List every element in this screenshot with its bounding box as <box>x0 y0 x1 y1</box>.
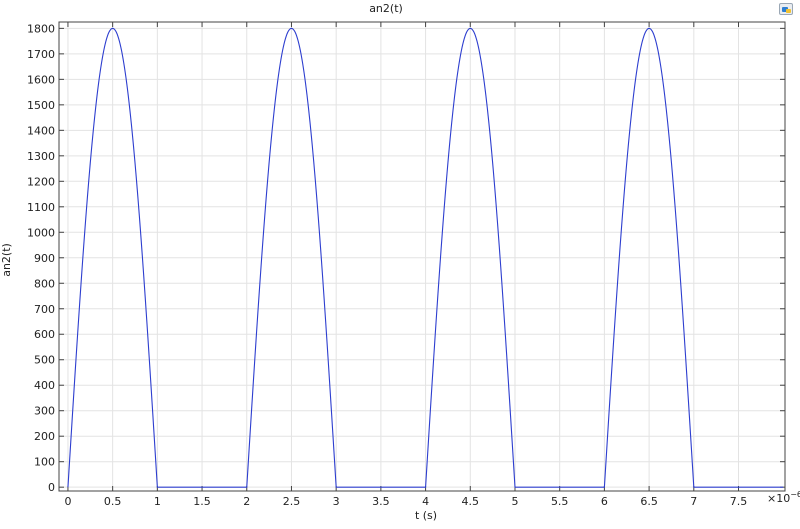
line-chart: an2(t) 0 0.5 1 1.5 2 2.5 3 3.5 4 4.5 5 5.5 6 6.5 7 7.5 … <box>0 2 800 522</box>
y-tick-label: 900 <box>34 252 55 265</box>
x-tick-label: 6.5 <box>640 495 658 508</box>
x-tick-label: 5.5 <box>551 495 569 508</box>
y-tick-label: 400 <box>34 379 55 392</box>
y-tick-label: 1300 <box>27 150 55 163</box>
x-tick-label: 1.5 <box>193 495 211 508</box>
grid <box>59 22 785 491</box>
y-tick-label: 1000 <box>27 226 55 239</box>
x-tick-label: 0 <box>64 495 71 508</box>
x-multiplier-base: ×10 <box>767 492 790 505</box>
y-axis-label: an2(t) <box>0 243 13 277</box>
y-tick-label: 1500 <box>27 99 55 112</box>
y-tick-label: 700 <box>34 303 55 316</box>
x-tick-label: 2.5 <box>283 495 301 508</box>
x-multiplier-exponent: −6 <box>790 490 800 499</box>
x-axis-label: t (s) <box>415 509 437 522</box>
y-tick-label: 200 <box>34 430 55 443</box>
y-tick-labels: 0 100 200 300 400 500 600 700 800 900 1000 1100 1200… <box>27 22 55 494</box>
plot-export-icon[interactable] <box>779 3 793 15</box>
y-tick-label: 600 <box>34 328 55 341</box>
y-tick-label: 1400 <box>27 124 55 137</box>
y-tick-label: 1600 <box>27 73 55 86</box>
y-tick-label: 0 <box>48 481 55 494</box>
y-tick-label: 1100 <box>27 201 55 214</box>
y-tick-label: 1700 <box>27 48 55 61</box>
y-tick-label: 1800 <box>27 22 55 35</box>
export-icon-shape-b <box>786 9 791 13</box>
x-tick-label: 6 <box>601 495 608 508</box>
x-tick-label: 5 <box>511 495 518 508</box>
x-tick-labels: 0 0.5 1 1.5 2 2.5 3 3.5 4 4.5 5 5.5 6 6.5 7 7.5 <box>64 495 747 508</box>
y-tick-label: 1200 <box>27 175 55 188</box>
axis-ticks <box>59 22 785 491</box>
x-axis-multiplier: ×10−6 <box>767 490 800 505</box>
x-tick-label: 3 <box>333 495 340 508</box>
y-tick-label: 800 <box>34 277 55 290</box>
plot-area-frame <box>58 21 786 492</box>
x-tick-label: 4.5 <box>462 495 480 508</box>
x-tick-label: 2 <box>243 495 250 508</box>
y-tick-label: 300 <box>34 405 55 418</box>
x-tick-label: 3.5 <box>372 495 390 508</box>
chart-title: an2(t) <box>369 2 403 15</box>
x-tick-label: 7 <box>690 495 697 508</box>
x-tick-label: 0.5 <box>104 495 122 508</box>
x-tick-label: 4 <box>422 495 429 508</box>
y-tick-label: 500 <box>34 354 55 367</box>
x-tick-label: 7.5 <box>730 495 748 508</box>
x-tick-label: 1 <box>154 495 161 508</box>
y-tick-label: 100 <box>34 456 55 469</box>
